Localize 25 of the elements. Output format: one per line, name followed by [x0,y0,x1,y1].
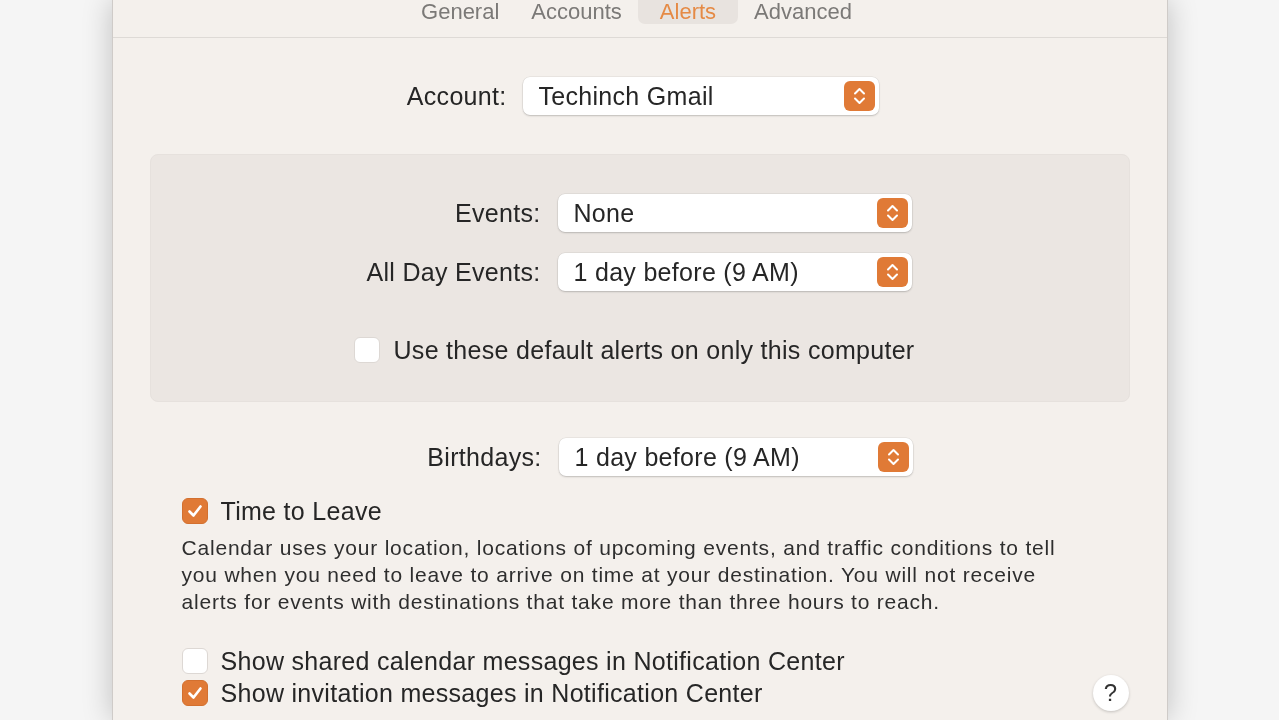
field-label: Events: [455,198,541,228]
field-label: Birthdays: [427,442,542,472]
checkbox-label: Show invitation messages in Notification Center [220,679,763,707]
checkmark-icon [185,502,204,520]
checkmark-icon [185,684,204,702]
tab[interactable]: General [405,0,516,24]
tab[interactable]: Accounts [515,0,638,24]
stepper-icon [876,198,908,228]
checkbox[interactable] [181,680,208,706]
checkbox-label: Time to Leave [220,497,382,525]
stepper-icon [877,442,909,472]
checkbox-label: Use these default alerts on only this computer [393,336,915,364]
stepper-icon [843,81,875,111]
dropdown[interactable]: 1 day before (9 AM) [557,253,912,291]
field-label: All Day Events: [366,257,541,287]
dropdown[interactable]: 1 day before (9 AM) [558,438,913,476]
dropdown[interactable]: Techinch Gmail [522,77,879,115]
checkbox[interactable] [181,498,208,524]
dropdown[interactable]: None [557,194,912,232]
checkbox-label: Show shared calendar messages in Notification Center [220,647,845,675]
stepper-icon [876,257,908,287]
tab[interactable]: Advanced [738,0,868,24]
field-label: Account: [406,81,507,111]
help-button[interactable]: ? [1092,675,1129,711]
description-text: Calendar uses your location, locations of upcoming events, and traffic conditions to tell you when you need to leave to arrive on time at your destination. You will not receive alerts for events with destinations that take more than three hours to reach. [181,535,1057,615]
